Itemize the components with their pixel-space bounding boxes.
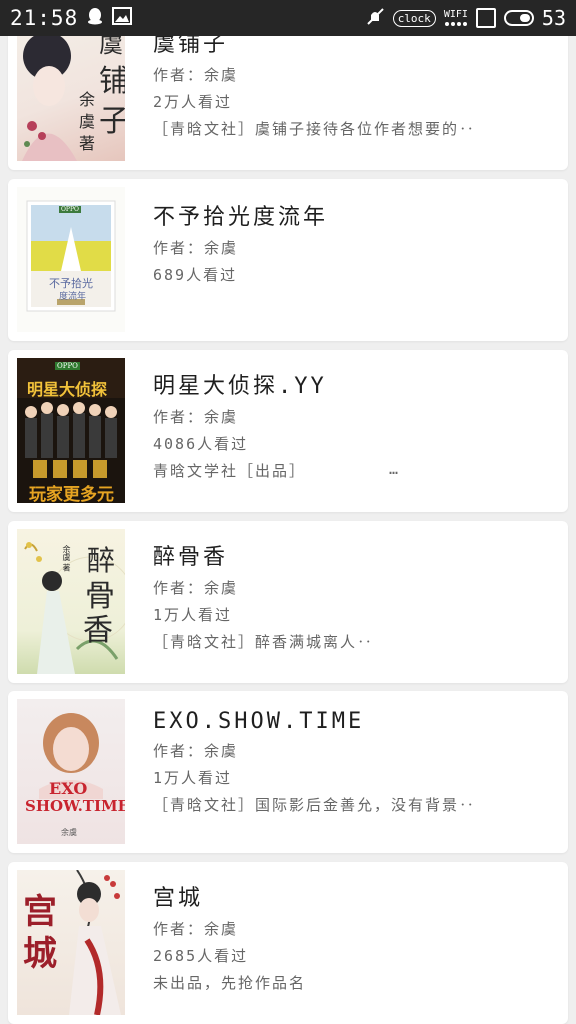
book-title[interactable]: EXO.SHOW.TIME — [153, 709, 548, 734]
book-description-text: 青晗文学社［出品］ — [153, 462, 307, 480]
book-author: 作者：余虞 — [153, 920, 239, 938]
cover-brand: OPPO — [59, 206, 81, 213]
more-indicator: … — [388, 460, 400, 478]
book-card[interactable]: 醉 骨 香 余虞 著 醉骨香 作者：余虞 1万人看过 ［青晗文社］醉香满城离人‥ — [8, 521, 568, 683]
cover-author-char: 虞 — [79, 112, 96, 131]
cover-author-char: 余 — [79, 90, 96, 109]
clock-time: 21:58 — [10, 6, 79, 30]
cover-author: 余虞 — [61, 828, 77, 837]
cover-author: 余虞 著 — [62, 545, 71, 572]
book-description: ［青晗文社］虞铺子接待各位作者想要的‥ — [153, 120, 477, 138]
cover-title-char: 城 — [23, 934, 57, 974]
book-views: 689人看过 — [153, 266, 238, 284]
book-author: 作者：余虞 — [153, 66, 239, 84]
wifi-icon: WIFI — [444, 10, 468, 26]
book-title[interactable]: 不予拾光度流年 — [153, 199, 548, 231]
book-cover[interactable]: EXO SHOW.TIME 余虞 — [17, 699, 125, 844]
cover-subtitle: 度流年 — [59, 292, 87, 302]
cover-subtitle: SHOW.TIME — [25, 797, 125, 815]
square-icon — [475, 8, 496, 28]
book-description: ［青晗文社］醉香满城离人‥ — [153, 633, 375, 651]
book-author: 作者：余虞 — [153, 408, 239, 426]
signal-dots — [444, 22, 467, 26]
book-author: 作者：余虞 — [153, 579, 239, 597]
book-card[interactable]: EXO SHOW.TIME 余虞 EXO.SHOW.TIME 作者：余虞 1万人… — [8, 691, 568, 853]
wifi-label: WIFI — [443, 9, 468, 20]
book-cover[interactable]: 醉 骨 香 余虞 著 — [17, 529, 125, 674]
book-views: 1万人看过 — [153, 606, 233, 624]
book-views: 1万人看过 — [153, 769, 233, 787]
book-card[interactable]: 宫 城 宫城 作者：余虞 2685人看过 未出品，先抢作品名 — [8, 862, 568, 1024]
book-cover[interactable]: 虞 铺 子 余 虞 著 — [17, 16, 125, 161]
book-views: 4086人看过 — [153, 435, 249, 453]
qq-icon — [86, 7, 104, 29]
book-card[interactable]: OPPO 不予拾光 度流年 不予拾光度流年 作者：余虞 689人看过 — [8, 179, 568, 341]
book-cover[interactable]: OPPO 明星大侦探 玩家更多元 — [17, 358, 125, 503]
book-title[interactable]: 醉骨香 — [153, 539, 548, 571]
book-views: 2685人看过 — [153, 947, 249, 965]
cover-art — [39, 713, 103, 799]
mute-icon — [365, 6, 385, 30]
cover-title-char: 子 — [99, 104, 125, 139]
cover-title: EXO — [49, 779, 88, 798]
toggle-icon — [503, 10, 534, 26]
image-icon — [112, 7, 133, 29]
book-description: ［青晗文社］国际影后金善允，没有背景‥ — [153, 796, 477, 814]
book-description: 青晗文学社［出品］ … — [153, 460, 548, 481]
book-card[interactable]: OPPO 明星大侦探 玩家更多元 明星大侦探.YY 作者：余虞 4086人看过 … — [8, 350, 568, 512]
cover-title-char: 铺 — [99, 64, 125, 99]
cover-title-char: 香 — [83, 613, 113, 648]
book-description: 未出品，先抢作品名 — [153, 974, 307, 992]
battery-level: 53 — [541, 6, 566, 30]
clock-indicator: clock — [392, 9, 436, 27]
book-author: 作者：余虞 — [153, 239, 239, 257]
book-cover[interactable]: OPPO 不予拾光 度流年 — [17, 187, 125, 332]
cover-brand: OPPO — [55, 362, 80, 370]
book-views: 2万人看过 — [153, 93, 233, 111]
cover-slogan: 玩家更多元 — [29, 485, 114, 503]
book-title[interactable]: 宫城 — [153, 880, 548, 912]
book-title[interactable]: 明星大侦探.YY — [153, 368, 548, 400]
book-author: 作者：余虞 — [153, 742, 239, 760]
status-bar: 21:58 clock WIFI 53 — [0, 0, 576, 36]
book-cover[interactable]: 宫 城 — [17, 870, 125, 1015]
cover-author-char: 著 — [79, 134, 96, 153]
cover-title: 明星大侦探 — [27, 380, 108, 399]
